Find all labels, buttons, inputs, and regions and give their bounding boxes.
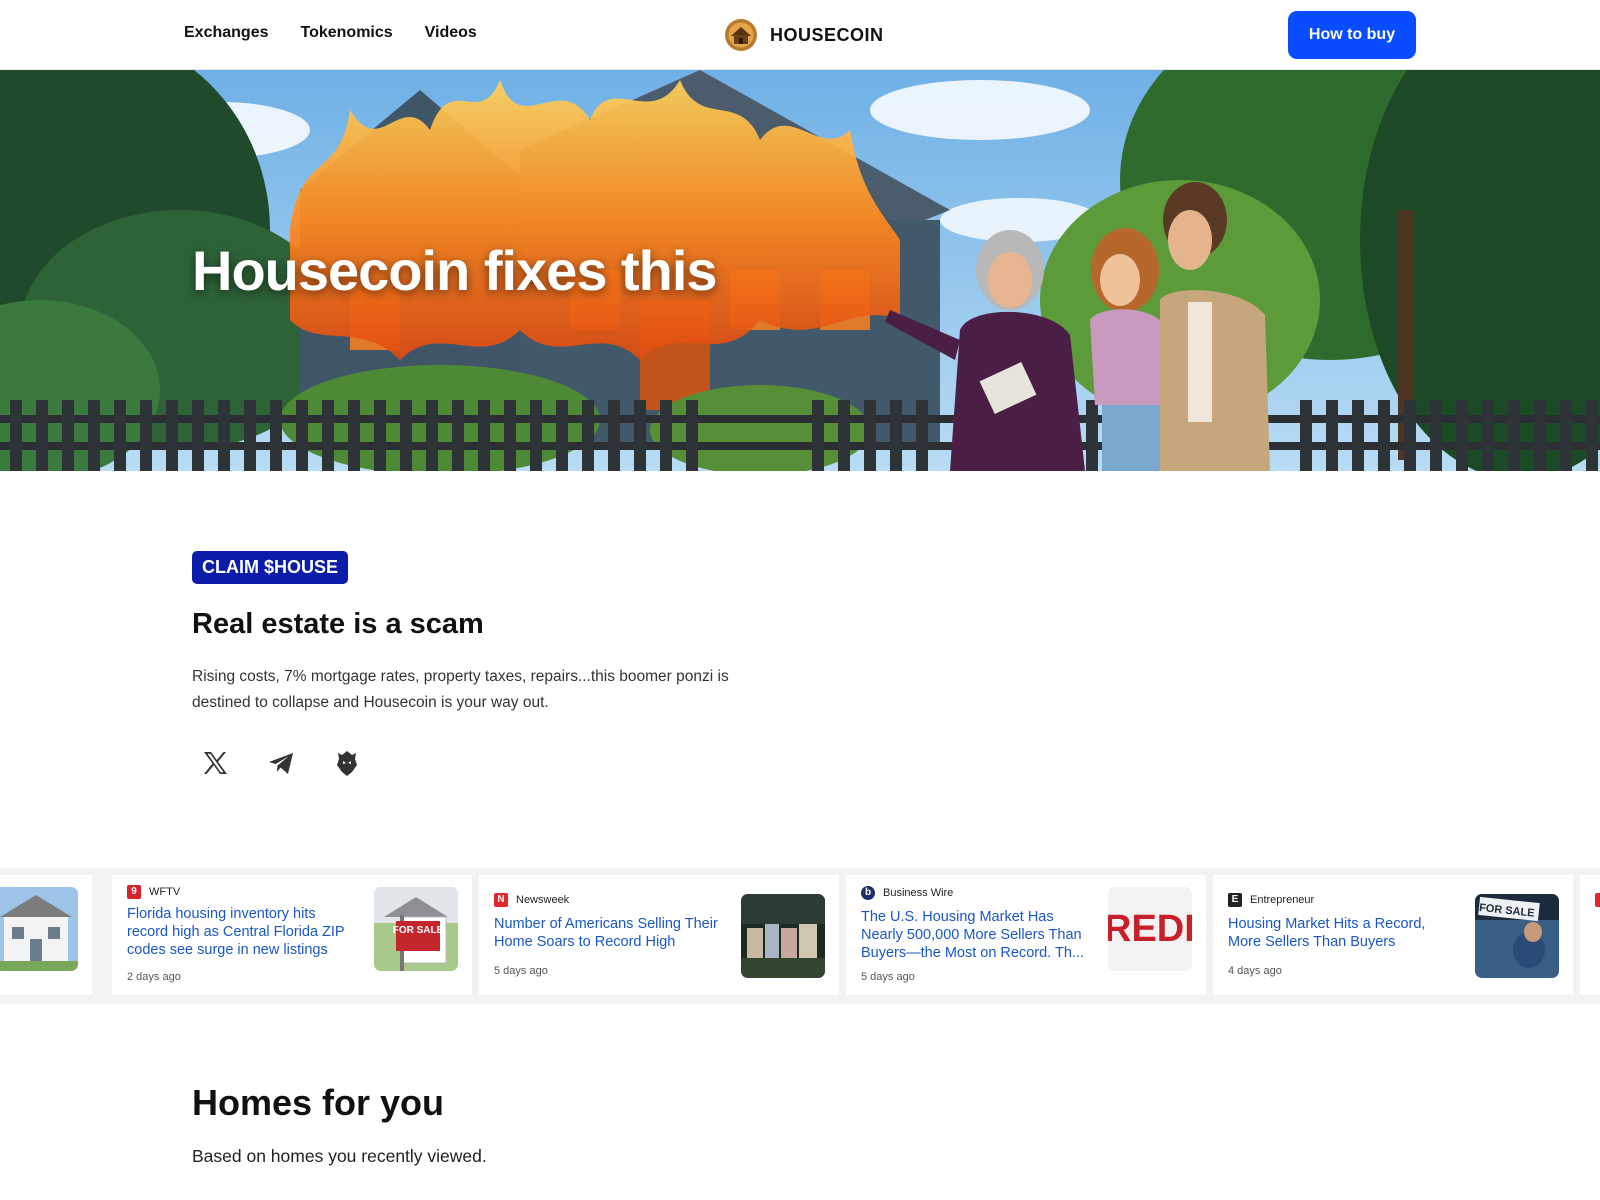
dexscreener-icon[interactable] — [332, 748, 362, 778]
telegram-icon[interactable] — [266, 748, 296, 778]
news-source: E Entrepreneur — [1228, 893, 1314, 907]
news-card-partial-right[interactable] — [1580, 875, 1600, 995]
news-title[interactable]: Florida housing inventory hits record hi… — [127, 905, 357, 959]
housecoin-logo-icon — [725, 19, 757, 51]
news-card[interactable]: b Business Wire The U.S. Housing Market … — [846, 875, 1206, 995]
nav-link-tokenomics[interactable]: Tokenomics — [300, 24, 392, 42]
news-logo-icon — [1595, 893, 1600, 907]
news-source: b Business Wire — [861, 886, 953, 900]
news-source-name: Business Wire — [883, 887, 954, 899]
news-source — [1595, 893, 1600, 907]
news-card[interactable]: E Entrepreneur Housing Market Hits a Rec… — [1213, 875, 1573, 995]
social-links — [200, 748, 362, 778]
hero-title: Housecoin fixes this — [192, 239, 718, 302]
news-title[interactable]: Number of Americans Selling Their Home S… — [494, 915, 724, 951]
homes-for-you-title: Homes for you — [192, 1082, 445, 1123]
news-source: 9 WFTV — [127, 885, 180, 899]
x-icon[interactable] — [200, 748, 230, 778]
section-description: Rising costs, 7% mortgage rates, propert… — [192, 668, 729, 711]
brand-name: HOUSECOIN — [770, 24, 884, 45]
brand[interactable]: HOUSECOIN — [724, 18, 884, 52]
news-source-name: WFTV — [149, 886, 181, 898]
news-age: 5 days ago — [861, 971, 915, 983]
nav-link-videos[interactable]: Videos — [425, 24, 477, 42]
news-title[interactable]: The U.S. Housing Market Has Nearly 500,0… — [861, 908, 1091, 962]
news-age: 4 days ago — [1228, 965, 1282, 977]
claim-house-badge[interactable]: CLAIM $HOUSE — [192, 551, 349, 584]
news-thumbnail: REDF — [1108, 887, 1192, 971]
hero-banner: Housecoin fixes this — [0, 70, 1600, 471]
wftv-logo-icon: 9 — [127, 885, 141, 899]
news-thumbnail — [741, 894, 825, 978]
news-thumbnail: FOR SALE — [1475, 894, 1559, 978]
for-sale-sign-text: FOR SALE — [393, 925, 444, 936]
how-to-buy-button[interactable]: How to buy — [1288, 11, 1416, 59]
homes-for-you-subtitle: Based on homes you recently viewed. — [192, 1146, 487, 1166]
news-source: N Newsweek — [494, 893, 569, 907]
newsweek-logo-icon: N — [494, 893, 508, 907]
redfin-logo-text: REDF — [1108, 908, 1192, 950]
news-source-name: Newsweek — [516, 894, 570, 906]
news-card-partial-left[interactable] — [0, 875, 92, 995]
entrepreneur-logo-icon: E — [1228, 893, 1242, 907]
nav-link-exchanges[interactable]: Exchanges — [184, 24, 268, 42]
news-title[interactable]: Housing Market Hits a Record, More Selle… — [1228, 915, 1458, 951]
section-headline: Real estate is a scam — [192, 608, 484, 640]
news-card[interactable]: N Newsweek Number of Americans Selling T… — [479, 875, 839, 995]
news-carousel: 9 WFTV Florida housing inventory hits re… — [0, 868, 1600, 1004]
news-thumbnail: FOR SALE — [374, 887, 458, 971]
news-thumbnail — [0, 887, 78, 971]
news-source-name: Entrepreneur — [1250, 894, 1315, 906]
news-age: 2 days ago — [127, 971, 181, 983]
top-navigation-bar: Exchanges Tokenomics Videos HOUSECOIN Ho… — [0, 0, 1600, 70]
news-age: 5 days ago — [494, 965, 548, 977]
news-card[interactable]: 9 WFTV Florida housing inventory hits re… — [112, 875, 472, 995]
business-wire-logo-icon: b — [861, 886, 875, 900]
main-nav: Exchanges Tokenomics Videos — [184, 24, 477, 42]
